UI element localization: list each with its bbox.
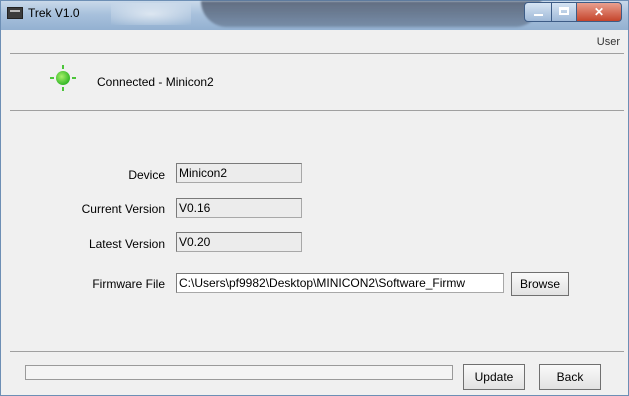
browse-button[interactable]: Browse xyxy=(511,272,569,296)
firmware-file-label: Firmware File xyxy=(92,277,165,291)
minimize-button[interactable] xyxy=(524,2,552,22)
current-version-field: V0.16 xyxy=(176,198,302,218)
connection-led-icon xyxy=(56,71,70,85)
current-version-label: Current Version xyxy=(81,202,165,216)
titlebar-background-blur xyxy=(201,1,541,27)
update-progress-bar xyxy=(25,365,453,380)
led-ray xyxy=(62,65,64,69)
led-ray xyxy=(72,77,76,79)
led-ray xyxy=(62,87,64,91)
led-ray xyxy=(50,77,54,79)
maximize-icon xyxy=(559,7,569,15)
close-button[interactable]: ✕ xyxy=(576,2,622,22)
app-window: Trek V1.0 ✕ User Connected - Minicon2 De… xyxy=(0,0,629,396)
window-title: Trek V1.0 xyxy=(28,6,80,20)
back-button[interactable]: Back xyxy=(539,364,601,390)
main-panel xyxy=(10,119,624,352)
firmware-file-input[interactable]: C:\Users\pf9982\Desktop\MINICON2\Softwar… xyxy=(176,273,504,293)
update-button[interactable]: Update xyxy=(463,364,525,390)
minimize-icon xyxy=(534,14,543,16)
user-label: User xyxy=(596,36,620,48)
latest-version-label: Latest Version xyxy=(88,237,165,251)
device-label: Device xyxy=(128,168,165,182)
close-icon: ✕ xyxy=(593,5,605,19)
device-field: Minicon2 xyxy=(176,163,302,183)
titlebar-glare xyxy=(111,3,191,25)
connection-status: Connected - Minicon2 xyxy=(97,75,214,89)
app-icon xyxy=(7,7,23,19)
latest-version-field: V0.20 xyxy=(176,232,302,252)
maximize-button[interactable] xyxy=(551,2,577,22)
title-bar[interactable]: Trek V1.0 ✕ xyxy=(1,1,628,30)
